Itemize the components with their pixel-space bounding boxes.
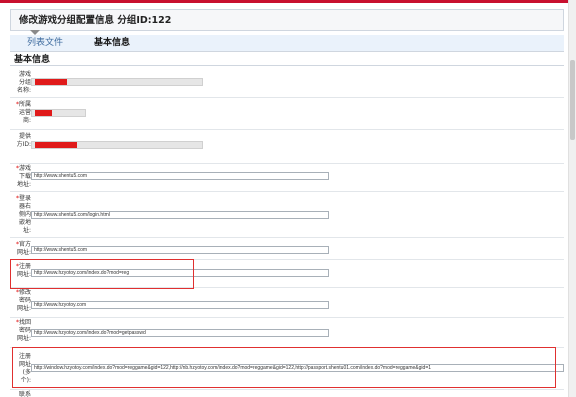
label-text: 找回 密码 网址: bbox=[16, 319, 31, 342]
tab-file-list[interactable]: 列表文件 bbox=[27, 37, 63, 49]
field-label: 联系 bbox=[10, 391, 31, 397]
change-password-url-input[interactable] bbox=[31, 301, 329, 309]
field-label: *所属 运营 商: bbox=[15, 101, 31, 124]
field-label: *官方 网址: bbox=[15, 241, 31, 256]
redaction-mark bbox=[35, 110, 52, 116]
section-title: 基本信息 bbox=[10, 54, 564, 66]
field-label: 游戏 分组 名称: bbox=[10, 71, 31, 95]
label-text: 登录 器右 侧内 嵌地 址: bbox=[18, 195, 31, 234]
tab-bar: 列表文件 基本信息 bbox=[10, 35, 564, 52]
form-row-provider-id: 提供 方ID: bbox=[10, 129, 564, 164]
label-text: 游戏 下载 地址: bbox=[16, 165, 31, 188]
field-label: *登录 器右 侧内 嵌地 址: bbox=[15, 195, 31, 234]
label-text: 提供 方ID: bbox=[16, 133, 31, 148]
vertical-scrollbar[interactable] bbox=[568, 0, 576, 397]
highlight-box-register-urls-multi bbox=[12, 347, 556, 388]
tab-basic-info[interactable]: 基本信息 bbox=[94, 37, 130, 49]
redaction-mark bbox=[35, 79, 67, 85]
highlight-box-register-url bbox=[10, 259, 194, 289]
form-row-group-name: 游戏 分组 名称: bbox=[10, 67, 564, 98]
form-row-contact: 联系 bbox=[10, 389, 564, 397]
form-row-retrieve-password-url: *找回 密码 网址: bbox=[10, 317, 564, 348]
redaction-mark bbox=[35, 142, 77, 148]
launcher-embed-url-input[interactable] bbox=[31, 211, 329, 219]
download-url-input[interactable] bbox=[31, 172, 329, 180]
field-label: *修改 密码 网址: bbox=[15, 289, 31, 312]
form-row-change-password-url: *修改 密码 网址: bbox=[10, 287, 564, 318]
label-text: 修改 密码 网址: bbox=[16, 289, 31, 312]
top-accent-bar bbox=[0, 0, 576, 3]
form-row-official-site: *官方 网址: bbox=[10, 237, 564, 260]
form-row-operator: *所属 运营 商: bbox=[10, 97, 564, 130]
form-row-download-url: *游戏 下载 地址: bbox=[10, 163, 564, 192]
field-label: *游戏 下载 地址: bbox=[15, 165, 31, 188]
label-text: 游戏 分组 名称: bbox=[16, 71, 31, 94]
group-id-label: 分组ID:122 bbox=[117, 15, 172, 26]
label-text: 官方 网址: bbox=[16, 241, 31, 256]
field-label: *找回 密码 网址: bbox=[15, 319, 31, 342]
page-title-bar: 修改游戏分组配置信息 分组ID:122 bbox=[10, 9, 564, 31]
label-text: 联系 bbox=[18, 391, 31, 397]
form-row-launcher-url: *登录 器右 侧内 嵌地 址: bbox=[10, 191, 564, 238]
field-label: 提供 方ID: bbox=[10, 133, 31, 149]
page-title: 修改游戏分组配置信息 bbox=[19, 15, 115, 26]
label-text: 所属 运营 商: bbox=[18, 101, 31, 124]
scrollbar-thumb[interactable] bbox=[570, 60, 575, 140]
official-site-input[interactable] bbox=[31, 246, 329, 254]
retrieve-password-url-input[interactable] bbox=[31, 329, 329, 337]
